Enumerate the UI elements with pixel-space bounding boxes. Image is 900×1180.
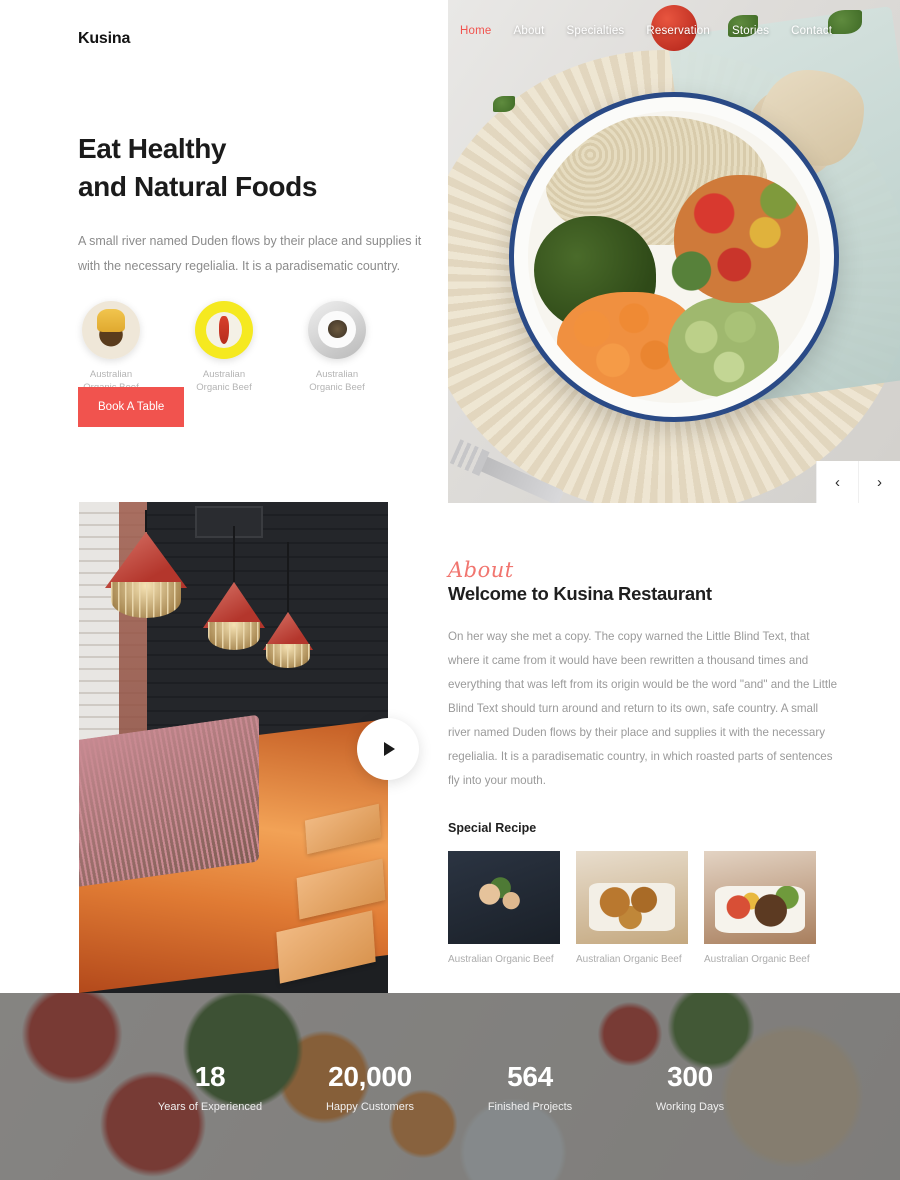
nav-item-home[interactable]: Home (460, 25, 491, 37)
recipe-image (576, 850, 688, 944)
parsley-graphic (493, 95, 516, 112)
special-recipe-heading: Special Recipe (448, 820, 537, 835)
hero-thumbnail-label: Australian Organic Beef (196, 368, 252, 394)
recipe-label: Australian Organic Beef (576, 953, 682, 965)
hero-thumbnail-label: Australian Organic Beef (309, 368, 365, 394)
lamp-cord (145, 510, 147, 532)
dish-thumbnail-image (308, 300, 366, 359)
about-eyebrow: About (448, 558, 514, 582)
stat-number: 300 (667, 1061, 713, 1093)
stat-label: Years of Experienced (157, 1100, 263, 1113)
about-body-text: On her way she met a copy. The copy warn… (448, 630, 838, 787)
hero-heading-line-2: and Natural Foods (78, 171, 317, 203)
hero-heading-line-1: Eat Healthy (78, 133, 227, 164)
stat-item-customers: 20,000 Happy Customers (290, 1060, 450, 1113)
heather-planter-graphic (79, 714, 259, 889)
slider-next-button[interactable]: › (858, 461, 900, 503)
recipe-label: Australian Organic Beef (448, 953, 554, 965)
recipe-image (448, 850, 560, 944)
brussels-sprouts-portion (668, 297, 780, 397)
nav-item-specialties[interactable]: Specialties (567, 25, 625, 37)
stat-number: 20,000 (328, 1061, 412, 1093)
lamp-cord (233, 526, 235, 582)
slider-controls: ‹ › (816, 461, 900, 503)
recipe-card[interactable]: Australian Organic Beef (448, 850, 560, 965)
hero-heading: Eat Healthy and Natural Foods (78, 130, 428, 207)
about-title: Welcome to Kusina Restaurant (448, 583, 712, 604)
nav-item-contact[interactable]: Contact (791, 25, 832, 37)
hero-thumbnail-item[interactable]: Australian Organic Beef (191, 300, 257, 396)
hero-thumbnail-item[interactable]: Australian Organic Beef (78, 300, 144, 396)
stats-counter-section: 18 Years of Experienced 20,000 Happy Cus… (0, 993, 900, 1180)
hero-thumbnail-item[interactable]: Australian Organic Beef (304, 300, 370, 396)
video-play-button[interactable] (357, 718, 419, 780)
nav-item-reservation[interactable]: Reservation (646, 25, 710, 37)
slider-prev-button[interactable]: ‹ (816, 461, 858, 503)
dish-thumbnail-image (195, 300, 253, 359)
hero-lead-text: A small river named Duden flows by their… (78, 233, 422, 273)
stat-label: Happy Customers (325, 1100, 415, 1113)
about-section: About Welcome to Kusina Restaurant On he… (448, 560, 838, 965)
hero-slider-image (448, 0, 900, 503)
dish-thumbnail-image (82, 300, 140, 359)
stat-item-years: 18 Years of Experienced (130, 1060, 290, 1113)
stat-item-projects: 564 Finished Projects (450, 1060, 610, 1113)
site-logo[interactable]: Kusina (78, 30, 130, 48)
hero-thumbnail-list: Australian Organic Beef Australian Organ… (78, 300, 428, 396)
play-icon (384, 742, 395, 756)
lamp-cage (266, 644, 310, 668)
bowl-interior (528, 110, 820, 403)
wall-frame-graphic (195, 506, 263, 538)
lamp-cage (111, 582, 181, 618)
recipe-card[interactable]: Australian Organic Beef (576, 850, 688, 965)
hero-content: Eat Healthy and Natural Foods A small ri… (78, 130, 428, 395)
book-a-table-button[interactable]: Book A Table (78, 387, 185, 427)
parsley-garnish (656, 238, 727, 304)
special-recipe-list: Australian Organic Beef Australian Organ… (448, 850, 838, 965)
buddha-bowl-graphic (509, 91, 839, 422)
hero-section: Home About Specialties Reservation Stori… (0, 0, 900, 993)
stat-label: Finished Projects (487, 1100, 573, 1113)
lamp-cage (208, 622, 260, 650)
stats-row: 18 Years of Experienced 20,000 Happy Cus… (0, 993, 900, 1180)
recipe-label: Australian Organic Beef (704, 953, 810, 965)
main-navigation: Home About Specialties Reservation Stori… (448, 0, 900, 62)
nav-item-about[interactable]: About (513, 25, 544, 37)
stat-label: Working Days (655, 1100, 725, 1113)
stat-item-working-days: 300 Working Days (610, 1060, 770, 1113)
lamp-cord (287, 542, 289, 612)
restaurant-interior-image (79, 502, 388, 993)
nav-item-stories[interactable]: Stories (732, 25, 769, 37)
recipe-card[interactable]: Australian Organic Beef (704, 850, 816, 965)
recipe-image (704, 850, 816, 944)
stat-number: 18 (194, 1061, 226, 1093)
stat-number: 564 (507, 1061, 553, 1093)
